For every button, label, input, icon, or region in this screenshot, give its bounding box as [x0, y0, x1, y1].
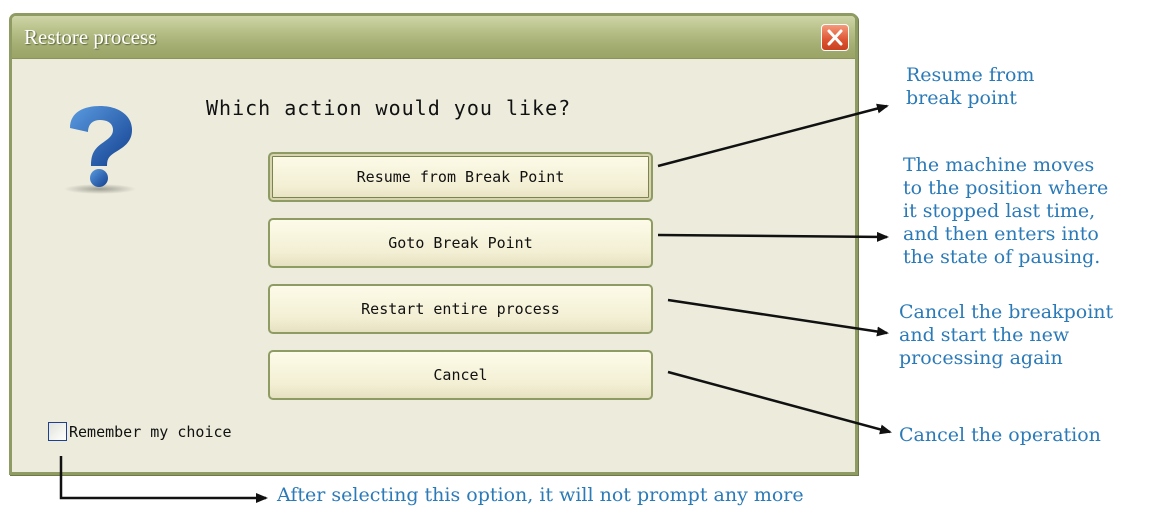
goto-arrow	[657, 231, 889, 242]
remember-arrow	[59, 456, 268, 503]
annotation-line: it stopped last time,	[903, 200, 1096, 222]
annotation-line: Cancel the breakpoint	[899, 301, 1114, 323]
restart-arrow	[667, 298, 889, 337]
annotation-line: to the position where	[903, 177, 1109, 199]
resume-arrow	[657, 103, 889, 168]
cancel-arrow	[667, 370, 892, 435]
annotation-line: The machine moves	[903, 154, 1095, 176]
annotation-remember: After selecting this option, it will not…	[277, 484, 804, 506]
annotation-resume: Resume from break point	[906, 64, 1034, 110]
annotation-cancel: Cancel the operation	[899, 424, 1101, 446]
annotation-goto: The machine moves to the position where …	[903, 154, 1108, 269]
annotation-line: break point	[906, 87, 1017, 109]
annotation-restart: Cancel the breakpoint and start the new …	[899, 301, 1113, 370]
annotation-line: and start the new	[899, 324, 1070, 346]
annotation-line: processing again	[899, 347, 1063, 369]
annotation-line: Resume from	[906, 64, 1035, 86]
annotation-line: the state of pausing.	[903, 246, 1101, 268]
annotation-line: and then enters into	[903, 223, 1099, 245]
